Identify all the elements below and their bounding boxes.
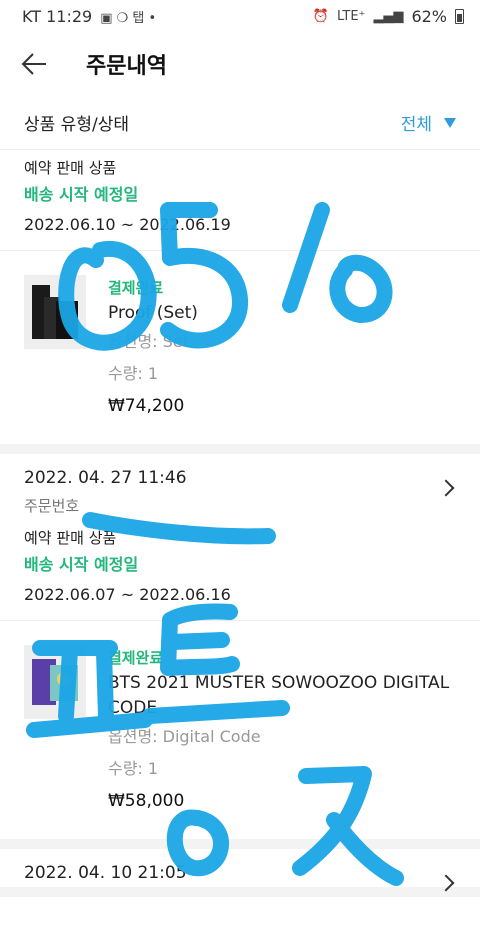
filter-bar: 상품 유형/상태 전체 (0, 96, 480, 150)
battery-percent: 62% (411, 6, 447, 26)
order-date: 2022. 04. 27 11:46 (24, 468, 187, 488)
product-row[interactable]: 결제완료 BTS 2021 MUSTER SOWOOZOO DIGITAL CO… (0, 621, 480, 839)
shipping-block: 예약 판매 상품 배송 시작 예정일 2022.06.07 ~ 2022.06.… (0, 520, 480, 621)
network-label: LTE⁺ (336, 8, 366, 24)
ship-label: 배송 시작 예정일 (24, 185, 139, 204)
app-bar: 주문내역 (0, 32, 480, 96)
sale-type: 예약 판매 상품 (24, 159, 117, 177)
product-name: BTS 2021 MUSTER SOWOOZOO DIGITAL CODE (108, 673, 450, 718)
triangle-down-icon (444, 117, 456, 128)
order-card[interactable]: 예약 판매 상품 배송 시작 예정일 2022.06.10 ~ 2022.06.… (0, 150, 480, 454)
product-price: ₩58,000 (108, 791, 185, 811)
sale-type: 예약 판매 상품 (24, 529, 117, 547)
ship-range: 2022.06.07 ~ 2022.06.16 (24, 585, 231, 604)
signal-icon: ▂▄▆ (373, 8, 404, 24)
status-bar: KT 11:29 ▣ ❍ 탭 • ⏰ LTE⁺ ▂▄▆ 62% (0, 0, 480, 32)
order-header[interactable]: 2022. 04. 27 11:46 주문번호 (0, 454, 480, 520)
shipping-block: 예약 판매 상품 배송 시작 예정일 2022.06.10 ~ 2022.06.… (0, 150, 480, 251)
product-option: 옵션명: Digital Code (108, 727, 261, 746)
product-thumbnail (24, 275, 86, 349)
payment-status: 결제완료 (108, 649, 164, 667)
carrier-time: KT 11:29 (22, 6, 93, 26)
product-price: ₩74,200 (108, 396, 185, 416)
ship-range: 2022.06.10 ~ 2022.06.19 (24, 215, 231, 234)
filter-label: 상품 유형/상태 (24, 115, 129, 135)
product-name: Proof (Set) (108, 303, 198, 323)
product-quantity: 수량: 1 (108, 364, 159, 383)
arrow-left-icon[interactable] (20, 50, 48, 78)
product-info: 결제완료 Proof (Set) 옵션명: Set 수량: 1 ₩74,200 (108, 275, 456, 422)
page-title: 주문내역 (86, 54, 167, 79)
order-number: 주문번호 (24, 497, 80, 515)
status-left: KT 11:29 ▣ ❍ 탭 • (22, 7, 156, 26)
product-thumbnail (24, 645, 86, 719)
alarm-icon: ⏰ (312, 8, 329, 24)
order-header[interactable]: 2022. 04. 10 21:05 (0, 849, 480, 892)
product-info: 결제완료 BTS 2021 MUSTER SOWOOZOO DIGITAL CO… (108, 645, 456, 817)
payment-status: 결제완료 (108, 279, 164, 297)
status-right: ⏰ LTE⁺ ▂▄▆ 62% (313, 7, 464, 26)
filter-dropdown[interactable]: 전체 (401, 110, 456, 135)
order-date: 2022. 04. 10 21:05 (24, 863, 187, 883)
product-row[interactable]: 결제완료 Proof (Set) 옵션명: Set 수량: 1 ₩74,200 (0, 251, 480, 444)
product-quantity: 수량: 1 (108, 759, 159, 778)
filter-value: 전체 (400, 115, 432, 135)
ship-label: 배송 시작 예정일 (24, 555, 139, 574)
product-option: 옵션명: Set (108, 332, 189, 351)
notification-icons: ▣ ❍ 탭 • (100, 10, 157, 26)
order-card[interactable]: 2022. 04. 10 21:05 (0, 849, 480, 897)
order-card[interactable]: 2022. 04. 27 11:46 주문번호 예약 판매 상품 배송 시작 예… (0, 454, 480, 849)
battery-icon (455, 8, 464, 24)
